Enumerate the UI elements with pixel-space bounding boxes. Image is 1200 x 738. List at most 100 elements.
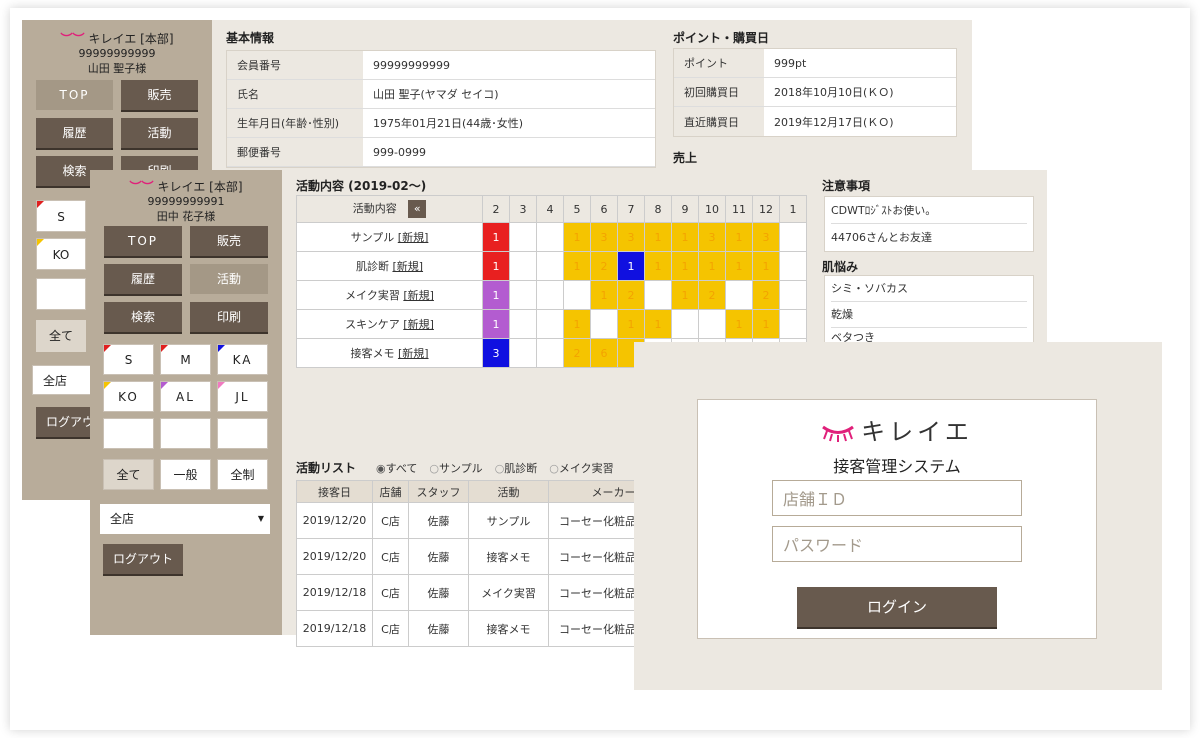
activity-cell[interactable]: [563, 280, 591, 310]
tag-al-button[interactable]: AL: [160, 381, 211, 412]
activity-cell[interactable]: 6: [590, 338, 618, 368]
activity-cell[interactable]: 1: [752, 251, 780, 281]
nav-top-button[interactable]: TOP: [104, 226, 182, 256]
tag-ka-button[interactable]: KA: [217, 344, 268, 375]
activity-cell[interactable]: 3: [617, 222, 645, 252]
activity-cell[interactable]: 1: [482, 309, 510, 339]
nav-history-button[interactable]: 履歴: [36, 118, 113, 148]
activity-cell[interactable]: 3: [698, 222, 726, 252]
activity-cell[interactable]: [509, 222, 537, 252]
activity-cell[interactable]: [509, 280, 537, 310]
table-row[interactable]: 2019/12/18 C店 佐藤 メイク実習 コーセー化粧品: [296, 574, 679, 611]
activity-cell[interactable]: [536, 280, 564, 310]
table-row[interactable]: 2019/12/18 C店 佐藤 接客メモ コーセー化粧品: [296, 610, 679, 647]
radio-all[interactable]: ◉すべて: [376, 460, 417, 476]
filter-full-button[interactable]: 全制: [217, 459, 268, 490]
filter-all-button[interactable]: 全て: [103, 459, 154, 490]
activity-cell[interactable]: 1: [644, 251, 672, 281]
new-activity-link[interactable]: [新規]: [403, 318, 434, 331]
activity-cell[interactable]: 1: [725, 309, 753, 339]
activity-cell[interactable]: 1: [644, 309, 672, 339]
activity-cell[interactable]: [779, 280, 807, 310]
activity-cell[interactable]: 1: [563, 309, 591, 339]
nav-activity-button[interactable]: 活動: [121, 118, 198, 148]
nav-activity-button[interactable]: 活動: [190, 264, 268, 294]
activity-cell[interactable]: 3: [752, 222, 780, 252]
activity-cell[interactable]: [509, 251, 537, 281]
activity-cell[interactable]: [509, 309, 537, 339]
activity-cell[interactable]: 2: [752, 280, 780, 310]
tag-s-button[interactable]: S: [103, 344, 154, 375]
activity-name: メイク実習: [345, 289, 400, 302]
activity-cell[interactable]: 1: [482, 280, 510, 310]
activity-cell[interactable]: 1: [563, 222, 591, 252]
activity-cell[interactable]: [779, 309, 807, 339]
activity-cell[interactable]: 1: [671, 222, 699, 252]
tag-jl-button[interactable]: JL: [217, 381, 268, 412]
nav-top-button[interactable]: TOP: [36, 80, 113, 110]
tag-empty-button[interactable]: [217, 418, 268, 449]
activity-cell[interactable]: 1: [617, 251, 645, 281]
activity-cell[interactable]: [725, 280, 753, 310]
activity-cell[interactable]: 1: [563, 251, 591, 281]
tag-empty-button[interactable]: [36, 278, 86, 310]
activity-cell[interactable]: 1: [671, 280, 699, 310]
activity-cell[interactable]: 1: [617, 309, 645, 339]
logout-button[interactable]: ログアウト: [103, 544, 183, 574]
tag-ko-button[interactable]: KO: [103, 381, 154, 412]
activity-cell[interactable]: 2: [563, 338, 591, 368]
password-input[interactable]: パスワード: [772, 526, 1022, 562]
new-activity-link[interactable]: [新規]: [398, 231, 429, 244]
activity-cell[interactable]: [671, 309, 699, 339]
activity-cell[interactable]: [536, 309, 564, 339]
filter-general-button[interactable]: 一般: [160, 459, 211, 490]
new-activity-link[interactable]: [新規]: [403, 289, 434, 302]
radio-makeup[interactable]: ○メイク実習: [549, 460, 613, 476]
activity-cell[interactable]: 1: [644, 222, 672, 252]
nav-history-button[interactable]: 履歴: [104, 264, 182, 294]
collapse-button[interactable]: «: [408, 200, 427, 218]
tag-m-button[interactable]: M: [160, 344, 211, 375]
activity-cell[interactable]: 1: [752, 309, 780, 339]
activity-cell[interactable]: [536, 222, 564, 252]
tag-empty-button[interactable]: [160, 418, 211, 449]
activity-cell[interactable]: [644, 280, 672, 310]
activity-cell[interactable]: 2: [590, 251, 618, 281]
nav-print-button[interactable]: 印刷: [190, 302, 268, 332]
activity-cell[interactable]: [779, 222, 807, 252]
activity-cell[interactable]: [698, 309, 726, 339]
activity-cell[interactable]: [536, 251, 564, 281]
activity-cell[interactable]: [779, 251, 807, 281]
store-select[interactable]: 全店 ▼: [100, 504, 270, 534]
login-button[interactable]: ログイン: [797, 587, 997, 627]
nav-search-button[interactable]: 検索: [104, 302, 182, 332]
nav-sales-button[interactable]: 販売: [121, 80, 198, 110]
activity-cell[interactable]: 1: [725, 222, 753, 252]
activity-cell[interactable]: 1: [698, 251, 726, 281]
activity-cell[interactable]: 1: [725, 251, 753, 281]
nav-sales-button[interactable]: 販売: [190, 226, 268, 256]
store-id-input[interactable]: 店舗ＩＤ: [772, 480, 1022, 516]
activity-cell[interactable]: 2: [617, 280, 645, 310]
activity-cell[interactable]: [590, 309, 618, 339]
table-row[interactable]: 2019/12/20 C店 佐藤 接客メモ コーセー化粧品: [296, 538, 679, 575]
filter-all-button[interactable]: 全て: [36, 320, 86, 352]
tag-empty-button[interactable]: [103, 418, 154, 449]
table-row[interactable]: 2019/12/20 C店 佐藤 サンプル コーセー化粧品: [296, 502, 679, 539]
tag-ko-button[interactable]: KO: [36, 238, 86, 270]
activity-cell[interactable]: 1: [671, 251, 699, 281]
radio-sample[interactable]: ○サンプル: [429, 460, 482, 476]
red-corner-icon: [37, 201, 44, 208]
activity-cell[interactable]: 1: [482, 222, 510, 252]
activity-cell[interactable]: 2: [698, 280, 726, 310]
activity-cell[interactable]: [536, 338, 564, 368]
activity-cell[interactable]: 3: [482, 338, 510, 368]
activity-cell[interactable]: [509, 338, 537, 368]
new-activity-link[interactable]: [新規]: [392, 260, 423, 273]
activity-cell[interactable]: 1: [590, 280, 618, 310]
activity-cell[interactable]: 1: [482, 251, 510, 281]
activity-cell[interactable]: 3: [590, 222, 618, 252]
new-activity-link[interactable]: [新規]: [398, 347, 429, 360]
radio-skin-check[interactable]: ○肌診断: [495, 460, 538, 476]
tag-s-button[interactable]: S: [36, 200, 86, 232]
